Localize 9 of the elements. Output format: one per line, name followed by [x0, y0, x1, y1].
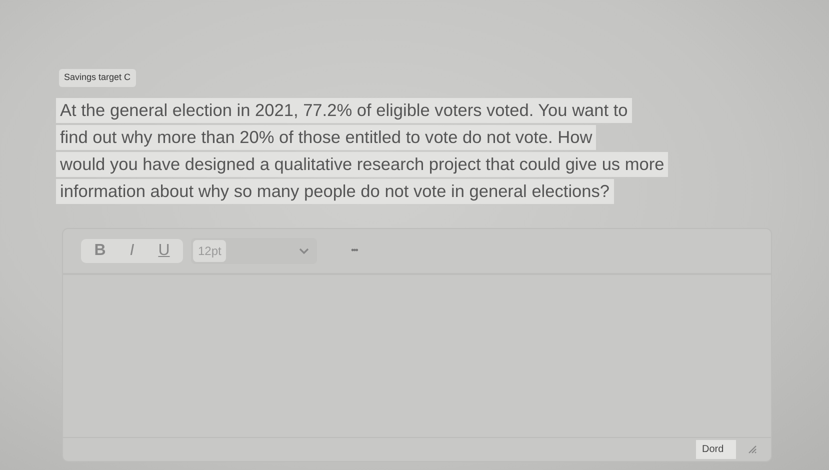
bold-button[interactable]: B — [85, 241, 115, 261]
question-label: Savings target C — [59, 69, 136, 86]
word-count: Dord — [696, 440, 736, 459]
italic-button[interactable]: I — [117, 241, 147, 261]
underline-button[interactable]: U — [149, 241, 179, 261]
chevron-down-icon — [299, 248, 309, 254]
resize-handle-icon[interactable] — [748, 445, 757, 454]
font-size-dropdown[interactable]: 12pt — [191, 238, 317, 264]
more-button[interactable]: ••• — [345, 243, 364, 259]
